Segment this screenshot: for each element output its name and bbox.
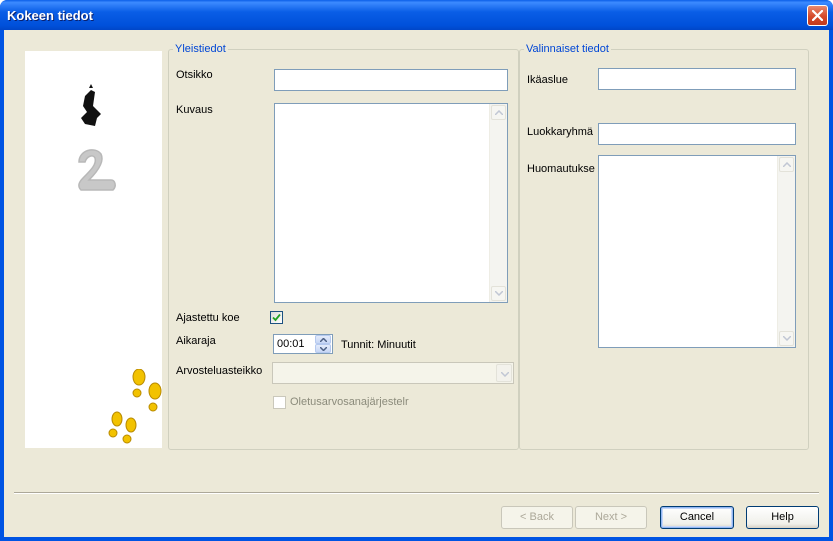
- next-button[interactable]: Next >: [575, 506, 647, 529]
- dialog-client-area: Yleistiedot Otsikko Kuvaus Ajastettu koe…: [4, 30, 829, 537]
- grading-scale-dropdown[interactable]: [272, 362, 514, 384]
- title-label: Otsikko: [176, 69, 213, 81]
- class-group-input[interactable]: [598, 123, 796, 145]
- checkmark-icon: [272, 313, 281, 322]
- dialog-window: Kokeen tiedot Yleistiedot Otsikko Kuvaus…: [0, 0, 833, 541]
- time-limit-value[interactable]: 00:01: [277, 338, 305, 350]
- grading-scale-label: Arvosteluasteikko: [176, 365, 263, 377]
- scroll-up-button[interactable]: [491, 105, 506, 120]
- back-button[interactable]: < Back: [501, 506, 573, 529]
- window-title: Kokeen tiedot: [7, 8, 93, 23]
- chevron-down-icon: [495, 291, 503, 296]
- title-input[interactable]: [274, 69, 508, 91]
- spinner-up-button[interactable]: [315, 335, 331, 344]
- timed-exam-label: Ajastettu koe: [176, 312, 240, 324]
- general-info-legend: Yleistiedot: [175, 43, 226, 55]
- close-icon: [812, 10, 823, 21]
- chevron-down-icon: [501, 372, 509, 377]
- spinner-up-icon: [320, 338, 327, 342]
- optional-info-legend: Valinnaiset tiedot: [526, 43, 609, 55]
- spinner-down-button[interactable]: [315, 344, 331, 353]
- grading-scale-dropdown-button[interactable]: [496, 364, 512, 382]
- chevron-up-icon: [783, 162, 791, 167]
- time-limit-spinner[interactable]: 00:01: [273, 334, 333, 354]
- title-bar[interactable]: Kokeen tiedot: [0, 0, 833, 30]
- default-grade-checkbox[interactable]: [273, 396, 286, 409]
- description-textarea[interactable]: [274, 103, 508, 303]
- time-limit-label: Aikaraja: [176, 335, 216, 347]
- age-range-label: Ikäaslue: [527, 74, 568, 86]
- scroll-down-button[interactable]: [779, 331, 794, 346]
- notes-label: Huomautukse: [527, 163, 595, 175]
- cancel-button[interactable]: Cancel: [660, 506, 734, 529]
- notes-scrollbar[interactable]: [777, 156, 795, 347]
- age-range-input[interactable]: [598, 68, 796, 90]
- timed-exam-checkbox[interactable]: [270, 311, 283, 324]
- chevron-down-icon: [783, 336, 791, 341]
- step-numbers-icon: [78, 84, 116, 191]
- wizard-side-panel: [25, 51, 162, 448]
- footprints-icon: [108, 369, 162, 444]
- scroll-down-button[interactable]: [491, 286, 506, 301]
- spinner-down-icon: [320, 347, 327, 351]
- button-separator: [14, 492, 819, 494]
- close-button[interactable]: [807, 5, 828, 26]
- default-grade-label: Oletusarvosanajärjestelr: [290, 396, 409, 408]
- time-limit-unit: Tunnit: Minuutit: [341, 339, 416, 351]
- scroll-up-button[interactable]: [779, 157, 794, 172]
- chevron-up-icon: [495, 110, 503, 115]
- description-label: Kuvaus: [176, 104, 213, 116]
- description-scrollbar[interactable]: [489, 104, 507, 302]
- notes-textarea[interactable]: [598, 155, 796, 348]
- class-group-label: Luokkaryhmä: [527, 126, 594, 138]
- help-button[interactable]: Help: [746, 506, 819, 529]
